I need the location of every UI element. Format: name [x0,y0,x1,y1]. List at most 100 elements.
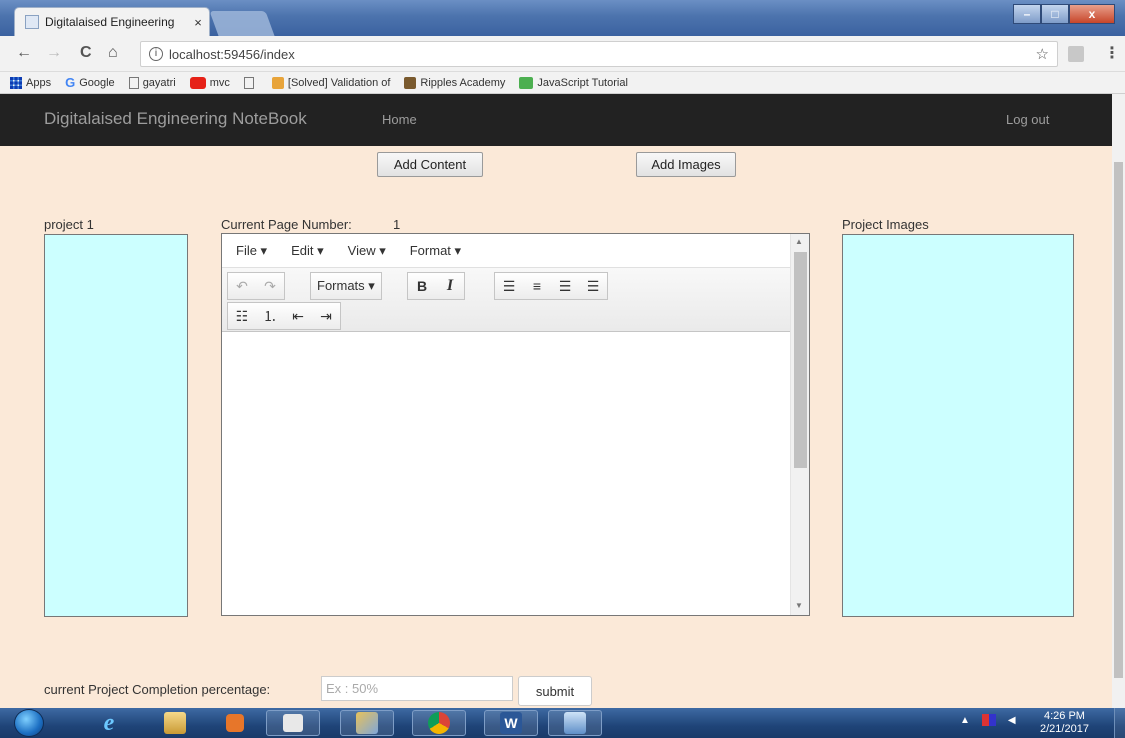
bookmark-mvc[interactable]: mvc [189,76,230,89]
system-tray: ▲ ◀ [960,714,1016,726]
google-g-icon: G [65,75,76,90]
submit-button[interactable]: submit [518,676,592,706]
page-number-label: Current Page Number: [221,217,352,232]
undo-icon[interactable]: ↶ [228,273,256,299]
formats-group: Formats ▾ [310,272,382,300]
extension-icon[interactable] [1068,46,1084,62]
align-justify-icon[interactable]: ☰ [579,273,607,299]
nav-logout-link[interactable]: Log out [1006,112,1049,127]
window-minimize-button[interactable]: – [1013,4,1041,24]
windows-taskbar: e W ▲ ◀ 4:26 PM 2/21/2017 [0,708,1125,738]
file-explorer-icon [164,712,186,734]
window-close-button[interactable]: x [1069,4,1115,24]
align-left-icon[interactable]: ☰ [495,273,523,299]
indent-icon[interactable]: ⇥ [312,303,340,329]
address-url: localhost:59456/index [169,46,295,62]
reload-icon[interactable]: C [80,44,92,62]
redo-icon[interactable]: ↷ [256,273,284,299]
home-icon[interactable]: ⌂ [108,44,118,62]
address-bar[interactable]: i localhost:59456/index ☆ [140,41,1058,67]
taskbar-clock[interactable]: 4:26 PM 2/21/2017 [1040,710,1089,736]
menu-file[interactable]: File ▾ [236,243,267,259]
word-icon: W [500,712,522,734]
browser-tab[interactable]: Digitalaised Engineering × [14,7,210,36]
bookmark-page[interactable] [243,76,258,89]
project-label: project 1 [44,217,94,232]
align-group: ☰ ≡ ☰ ☰ [494,272,608,300]
editor-content-area[interactable] [222,333,790,615]
taskbar-window[interactable] [548,710,602,736]
browser-toolbar: ← → C ⌂ i localhost:59456/index ☆ ⋮ [0,36,1125,72]
taskbar-ie[interactable]: e [82,710,136,736]
add-images-button[interactable]: Add Images [636,152,736,177]
list-group: ☷ ⒈ ⇤ ⇥ [227,302,341,330]
formats-dropdown[interactable]: Formats ▾ [311,273,381,299]
editor-toolbar: ↶ ↷ Formats ▾ B I ☰ ≡ ☰ ☰ ☷ ⒈ ⇤ ⇥ [222,268,790,332]
info-icon[interactable]: i [149,47,163,61]
nav-home-link[interactable]: Home [382,112,417,127]
bold-button[interactable]: B [408,273,436,299]
ripples-logo-icon [404,76,417,89]
taskbar-media-player[interactable] [208,710,262,736]
editor-scroll-thumb[interactable] [794,252,807,468]
italic-button[interactable]: I [436,273,464,299]
outdent-icon[interactable]: ⇤ [284,303,312,329]
taskbar-explorer[interactable] [148,710,202,736]
clock-time: 4:26 PM [1043,710,1085,722]
rich-text-editor: File ▾ Edit ▾ View ▾ Format ▾ ↶ ↷ Format… [221,233,810,616]
scroll-down-icon[interactable]: ▼ [795,601,803,610]
completion-percentage-input[interactable] [321,676,513,701]
forward-arrow-icon[interactable]: → [46,44,62,62]
page-scroll-thumb[interactable] [1114,162,1123,678]
tab-close-icon[interactable]: × [187,15,209,30]
project-pages-panel[interactable] [44,234,188,617]
bullet-list-icon[interactable]: ☷ [228,303,256,329]
bookmark-star-icon[interactable]: ☆ [1036,45,1049,63]
site-logo-icon [271,76,284,89]
browser-menu-icon[interactable]: ⋮ [1104,43,1120,63]
tools-icon [356,712,378,734]
editor-menubar: File ▾ Edit ▾ View ▾ Format ▾ [222,234,790,268]
project-images-panel[interactable] [842,234,1074,617]
clock-date: 2/21/2017 [1040,723,1089,735]
bookmark-gayatri[interactable]: gayatri [128,76,176,89]
align-right-icon[interactable]: ☰ [551,273,579,299]
new-tab-button[interactable] [209,11,275,36]
brand-title[interactable]: Digitalaised Engineering NoteBook [44,109,307,129]
taskbar-tools[interactable] [340,710,394,736]
menu-format[interactable]: Format ▾ [410,243,461,259]
tray-expand-icon[interactable]: ▲ [960,715,970,726]
bookmark-solved-validation[interactable]: [Solved] Validation of [271,76,390,89]
start-button[interactable] [14,709,44,737]
chrome-icon [428,712,450,734]
editor-scrollbar[interactable]: ▲ ▼ [790,234,809,615]
visual-studio-icon [283,714,303,732]
show-desktop-button[interactable] [1114,708,1125,738]
window-controls: – □ x [1013,4,1115,24]
align-center-icon[interactable]: ≡ [523,273,551,299]
bookmark-google[interactable]: G Google [65,75,115,90]
w3schools-icon [519,76,534,89]
bookmark-apps[interactable]: Apps [10,76,51,89]
taskbar-word[interactable]: W [484,710,538,736]
bookmarks-bar: Apps G Google gayatri mvc [Solved] Valid… [0,72,1125,94]
youtube-icon [189,76,206,89]
back-arrow-icon[interactable]: ← [16,44,32,62]
app-navbar: Digitalaised Engineering NoteBook Home L… [0,94,1112,146]
scroll-up-icon[interactable]: ▲ [795,237,803,246]
internet-explorer-icon: e [103,709,115,736]
numbered-list-icon[interactable]: ⒈ [256,303,284,329]
taskbar-visual-studio[interactable] [266,710,320,736]
bookmark-javascript-tutorial[interactable]: JavaScript Tutorial [519,76,628,89]
taskbar-chrome[interactable] [412,710,466,736]
page-scrollbar[interactable] [1112,94,1125,708]
window-maximize-button[interactable]: □ [1041,4,1069,24]
bookmark-ripples-academy[interactable]: Ripples Academy [404,76,505,89]
menu-view[interactable]: View ▾ [348,243,386,259]
menu-edit[interactable]: Edit ▾ [291,243,324,259]
window-app-icon [564,712,586,734]
add-content-button[interactable]: Add Content [377,152,483,177]
volume-icon[interactable]: ◀ [1008,715,1016,726]
network-flag-icon[interactable] [981,714,996,726]
history-group: ↶ ↷ [227,272,285,300]
